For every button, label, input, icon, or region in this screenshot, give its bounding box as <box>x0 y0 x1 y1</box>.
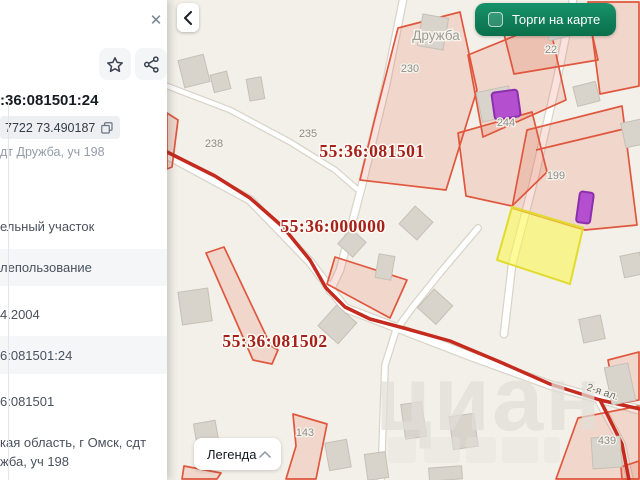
share-button[interactable] <box>135 48 167 80</box>
back-button[interactable] <box>177 3 199 32</box>
parcel-number-label: 22 <box>545 44 557 56</box>
chevron-left-icon <box>184 10 192 25</box>
map-svg: циан Дружба 230 238 235 244 22 199 143 4… <box>167 0 640 480</box>
quarter-label: 55:36:081501 <box>319 141 424 161</box>
auction-toggle-button[interactable]: Торги на карте <box>475 3 617 36</box>
legend-button-label: Легенда <box>207 446 257 462</box>
row-address: кая область, г Омск, сдт жба, уч 198 <box>0 433 146 471</box>
share-icon <box>143 55 159 73</box>
marker-purple-bar[interactable] <box>575 190 595 225</box>
row-date: 4.2004 <box>0 307 40 322</box>
panel-divider <box>8 100 9 480</box>
legend-button[interactable]: Легенда <box>194 438 281 470</box>
auction-checkbox[interactable] <box>488 12 503 27</box>
copy-icon[interactable] <box>101 121 113 134</box>
parcel-number-label: 235 <box>299 128 317 140</box>
watermark: циан <box>375 348 603 463</box>
close-icon[interactable]: ✕ <box>146 10 166 30</box>
favorite-button[interactable] <box>99 48 131 80</box>
object-subtitle: дт Дружба, уч 198 <box>0 145 105 159</box>
quarter-label: 55:36:000000 <box>280 216 385 236</box>
chevron-up-icon <box>259 450 271 458</box>
row-land-use: лепользование <box>0 249 167 286</box>
parcel-number-label: 244 <box>497 117 515 129</box>
parcel-number-label: 439 <box>598 435 616 447</box>
parcel-number-label: 143 <box>296 427 314 439</box>
quarter-label: 55:36:081502 <box>222 331 327 351</box>
map-canvas[interactable]: циан Дружба 230 238 235 244 22 199 143 4… <box>167 0 640 480</box>
cadastral-number-title: :36:081501:24 <box>0 92 99 109</box>
cadastral-map-app: циан Дружба 230 238 235 244 22 199 143 4… <box>0 0 640 480</box>
parcel-number-label: 199 <box>547 170 565 182</box>
address-line-2: жба, уч 198 <box>0 454 70 469</box>
coordinates-badge[interactable]: 7722 73.490187 <box>0 116 121 139</box>
address-line-1: кая область, г Омск, сдт <box>0 435 147 450</box>
place-label: Дружба <box>412 28 460 43</box>
info-panel: ✕ :36:081501:24 7722 73.490187 дт Дружба… <box>0 0 167 480</box>
row-object-type: ельный участок <box>0 219 95 234</box>
star-icon <box>107 56 123 72</box>
coordinates-value: 7722 73.490187 <box>5 120 96 135</box>
parcel-number-label: 238 <box>205 138 223 150</box>
auction-button-label: Торги на карте <box>512 12 601 27</box>
parcel-number-label: 230 <box>401 63 419 75</box>
watermark-text: циан <box>375 348 603 450</box>
marker-purple-square[interactable] <box>490 88 522 121</box>
row-cadastral-number: 6:081501:24 <box>0 336 167 374</box>
